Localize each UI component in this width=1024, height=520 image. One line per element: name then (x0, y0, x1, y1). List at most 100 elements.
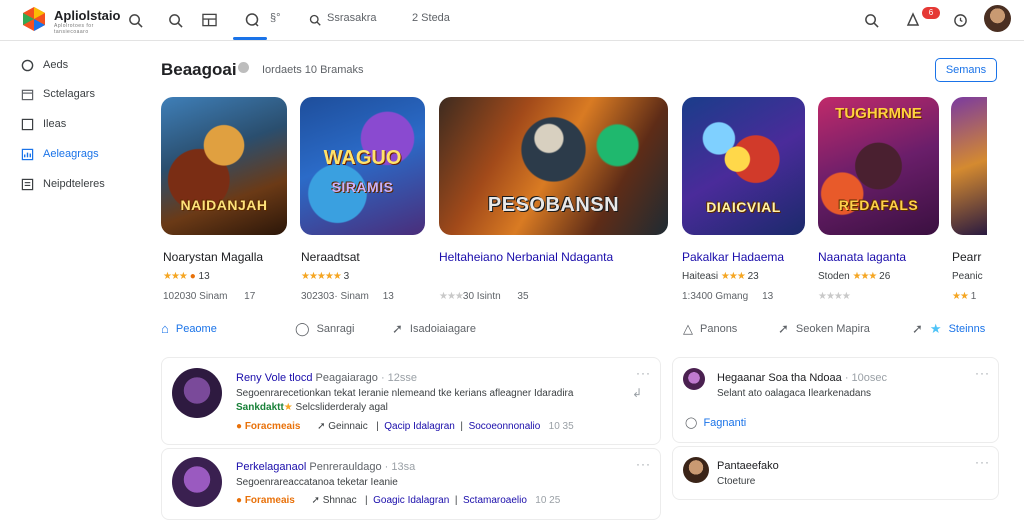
chat-icon[interactable] (242, 10, 262, 30)
reply-icon[interactable]: ↲ (632, 386, 643, 400)
panons-button[interactable]: △ Panons (683, 321, 737, 337)
share-icon[interactable]: ➚ (317, 421, 325, 432)
star-button[interactable]: ➚ ★ Steinns (912, 321, 985, 337)
clock-icon[interactable] (950, 10, 970, 30)
game-title[interactable]: Noarystan Magalla (163, 250, 263, 264)
explore-icon[interactable] (165, 10, 185, 30)
post-author[interactable]: Perkelaganaol (236, 461, 306, 473)
app-name: Apliolstaio (54, 8, 121, 23)
more-options-icon[interactable]: ··· (636, 457, 651, 471)
side-post-title[interactable]: Pantaeefako (717, 460, 779, 472)
post-avatar[interactable] (172, 368, 222, 418)
side-post-title[interactable]: Hegaanar Soa tha Ndoaa (717, 372, 842, 384)
rating-stars: ★★★ (163, 271, 188, 282)
feed-post: Reny Vole tlocd Peagaiarago · 12sse Sego… (161, 357, 661, 445)
game-art-title-top: WAGUO (323, 147, 402, 169)
post-action-3[interactable]: Socoeonnonalio (469, 421, 541, 432)
post-count: 10 25 (535, 495, 561, 506)
chart-icon (20, 147, 34, 161)
post-tag: Peagaiarago (315, 372, 378, 384)
sidebar-item-ileas[interactable]: Ileas (20, 113, 66, 135)
post-avatar[interactable] (172, 457, 222, 507)
side-post: Pantaeefako Ctoeture ··· (672, 446, 999, 500)
more-options-icon[interactable]: ··· (975, 455, 990, 469)
more-options-icon[interactable]: ··· (636, 366, 651, 380)
info-icon[interactable] (238, 62, 249, 73)
game-stats: ★★★★ (818, 291, 851, 302)
search-icon-right[interactable] (861, 10, 881, 30)
tab-search[interactable]: Ssrasakra (327, 12, 377, 24)
game-card-image[interactable]: NAIDANJAH (161, 97, 287, 235)
post-author[interactable]: Reny Vole tlocd (236, 372, 312, 384)
post-action-1[interactable]: Shnnac (323, 495, 357, 506)
side-post-header: Hegaanar Soa tha Ndoaa · 10osec (717, 372, 887, 384)
action-label: Isadoiaiagare (409, 323, 476, 335)
sidebar-item-aeleagrags[interactable]: Aeleagrags (20, 143, 99, 165)
comment-button[interactable]: ◯ Sanragi (295, 321, 354, 337)
game-art-title: DIAICVIAL (706, 199, 781, 215)
side-post-link[interactable]: ◯ Fagnanti (685, 416, 746, 429)
game-art-title-top: TUGHRMNE (835, 105, 922, 122)
post-action-3[interactable]: Sctamaroaelio (463, 495, 527, 506)
game-stats: 302303· Sinam 13 (301, 291, 394, 302)
sidebar-item-neipdteleres[interactable]: Neipdteleres (20, 173, 105, 195)
search-icon[interactable] (125, 10, 145, 30)
post-action-1[interactable]: Geinnaic (328, 421, 367, 432)
home-button[interactable]: ⌂ Peaome (161, 321, 217, 336)
game-card-image[interactable]: TUGHRMNE REDAFALS (818, 97, 939, 235)
side-post-avatar[interactable] (683, 368, 705, 390)
sidebar-item-aeds[interactable]: Aeds (20, 54, 68, 76)
game-title[interactable]: Neraadtsat (301, 250, 360, 264)
app-logo[interactable] (20, 5, 48, 33)
sidebar-item-sctelagars[interactable]: Sctelagars (20, 83, 95, 105)
post-link[interactable]: Foracmeais (245, 421, 301, 432)
post-action-2[interactable]: Qacip Idalagran (384, 421, 455, 432)
share-button[interactable]: ➚ Isadoiaiagare (392, 321, 476, 337)
post-body: Segoenrarecetionkan tekat Ieranie nlemea… (236, 388, 574, 399)
post-body-2: Sankdaktt★ Selcsliderderaly agal (236, 402, 388, 413)
game-players: 30 Isintn (462, 291, 501, 302)
section-subtitle: Iordaets 10 Bramaks (262, 64, 364, 76)
grid-icon[interactable] (199, 10, 219, 30)
fire-icon: ● (236, 495, 243, 506)
action-label: Seoken Mapira (795, 323, 870, 335)
side-post-avatar[interactable] (683, 457, 709, 483)
tab-1[interactable]: §° (270, 12, 281, 24)
game-title[interactable]: Pakalkar Hadaema (682, 250, 784, 264)
sidebar-item-label: Aeds (43, 59, 69, 71)
game-card-image[interactable]: WAGUO SIRAMIS (300, 97, 425, 235)
post-header: Perkelaganaol Penrerauldago · 13sa (236, 461, 415, 473)
app-tagline: Aplolrotoes for tansiecoaaro (54, 23, 94, 35)
game-genre: Peanic (952, 271, 983, 282)
feed-post: Perkelaganaol Penrerauldago · 13sa Segoe… (161, 448, 661, 520)
forward-icon: ➚ (778, 321, 789, 336)
share-icon[interactable]: ➚ (312, 495, 320, 506)
forward-button[interactable]: ➚ Seoken Mapira (778, 321, 870, 337)
sidebar-item-label: Ileas (43, 118, 67, 130)
rating-stars-empty: ★★★★ (818, 291, 851, 302)
game-card-image[interactable]: DIAICVIAL (682, 97, 805, 235)
game-art-title: REDAFALS (838, 197, 919, 213)
game-stat-count: 35 (517, 291, 529, 302)
game-genre: Haiteasi (682, 271, 719, 282)
rating-count: 3 (343, 271, 350, 282)
tab-steda[interactable]: 2 Steda (412, 12, 450, 24)
side-post-body: Selant ato oalagaca Ilearkenadans (717, 388, 872, 399)
game-title[interactable]: Pearr (952, 250, 981, 264)
game-title[interactable]: Naanata laganta (818, 250, 906, 264)
game-card-image[interactable] (951, 97, 987, 235)
game-title[interactable]: Heltaheiano Nerbanial Ndaganta (439, 250, 613, 264)
game-genre: Stoden (818, 271, 850, 282)
post-action-2[interactable]: Goagic Idalagran (373, 495, 449, 506)
user-avatar[interactable] (984, 5, 1011, 32)
search-small-icon[interactable] (305, 10, 325, 30)
triangle-icon: △ (683, 321, 693, 336)
game-art-title: SIRAMIS (331, 179, 394, 195)
game-stat-count: 13 (762, 291, 774, 302)
see-all-button[interactable]: Semans (935, 58, 997, 82)
notifications-icon[interactable] (903, 10, 923, 30)
rating-stars: ★★★★★ (301, 271, 342, 282)
post-link[interactable]: Forameais (245, 495, 295, 506)
game-card-image[interactable]: PESOBANSN (439, 97, 668, 235)
more-options-icon[interactable]: ··· (975, 366, 990, 380)
